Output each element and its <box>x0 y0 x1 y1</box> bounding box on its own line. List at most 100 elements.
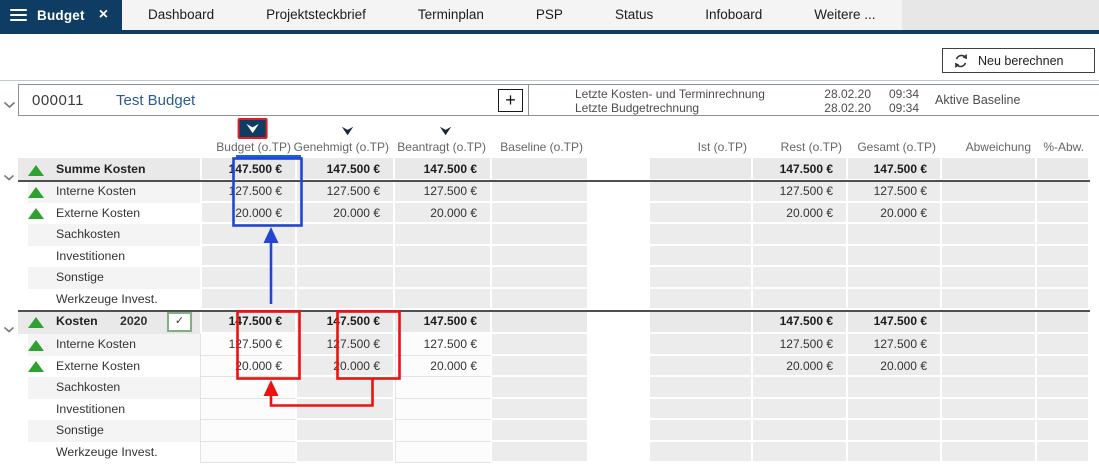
cell-ist <box>650 334 753 356</box>
cell-baseline <box>492 356 589 378</box>
row-label: Werkzeuge Invest. <box>56 289 158 310</box>
tab-status[interactable]: Status <box>589 0 679 30</box>
close-tab-icon[interactable]: × <box>99 7 108 23</box>
cell-budget: 127.500 € <box>200 181 297 203</box>
column-header-label: Beantragt (o.TP) <box>397 140 486 154</box>
cell-rest: 147.500 € <box>753 158 848 181</box>
cell-abweichung <box>942 267 1037 289</box>
cell-abweichung <box>942 181 1037 203</box>
row-label-cell[interactable]: Summe Kosten <box>0 158 200 181</box>
column-gap <box>589 377 650 399</box>
row-year-label: 2020 <box>120 310 147 333</box>
trend-up-icon <box>28 208 44 219</box>
column-header-label: Budget (o.TP) <box>216 140 291 154</box>
trend-up-icon <box>28 317 44 328</box>
row-margin <box>1090 203 1099 225</box>
cell-budget <box>200 224 297 246</box>
cell-gesamt: 127.500 € <box>848 334 942 356</box>
tab-terminplan[interactable]: Terminplan <box>392 0 510 30</box>
cell-pabw <box>1037 377 1090 399</box>
cell-beantragt[interactable]: 127.500 € <box>395 334 492 356</box>
row-label: Externe Kosten <box>56 356 140 377</box>
row-label: Sonstige <box>56 420 104 441</box>
row-label: Investitionen <box>56 246 125 267</box>
column-gap <box>589 334 650 356</box>
cell-pabw <box>1037 334 1090 356</box>
cell-budget[interactable] <box>200 399 297 421</box>
row-margin <box>1090 356 1099 378</box>
hamburger-icon[interactable] <box>10 9 27 21</box>
cell-gesamt: 147.500 € <box>848 158 942 181</box>
cell-gesamt: 127.500 € <box>848 181 942 203</box>
last-budget-calculation-time: 09:34 <box>881 101 919 115</box>
cell-beantragt <box>395 289 492 311</box>
row-label-cell: Investitionen <box>0 246 200 268</box>
cell-beantragt: 127.500 € <box>395 181 492 203</box>
tab-infoboard[interactable]: Infoboard <box>679 0 788 30</box>
cell-rest <box>753 399 848 421</box>
cell-beantragt[interactable] <box>395 399 492 421</box>
row-label-cell[interactable]: Kosten2020✓ <box>0 310 200 334</box>
cell-genehmigt <box>297 246 395 268</box>
active-filter-icon[interactable] <box>237 118 267 139</box>
baseline-checkbox[interactable]: ✓ <box>167 312 192 332</box>
project-collapse-chevron-icon[interactable] <box>3 96 16 114</box>
column-gap <box>589 420 650 442</box>
cell-pabw <box>1037 203 1090 225</box>
cell-budget[interactable] <box>200 420 297 442</box>
project-name: Test Budget <box>116 92 195 109</box>
cell-pabw <box>1037 399 1090 421</box>
tab-dashboard[interactable]: Dashboard <box>122 0 240 30</box>
row-margin <box>1090 420 1099 442</box>
table-row-sonstige: Sonstige <box>0 420 1099 442</box>
cell-abweichung <box>942 334 1037 356</box>
recalculate-button[interactable]: Neu berechnen <box>942 48 1095 73</box>
cell-beantragt: 147.500 € <box>395 158 492 181</box>
cell-rest <box>753 224 848 246</box>
column-header-label: Baseline (o.TP) <box>500 140 583 154</box>
cell-beantragt <box>395 267 492 289</box>
cell-budget[interactable] <box>200 442 297 464</box>
row-background <box>28 420 200 442</box>
add-button[interactable]: + <box>498 89 523 112</box>
column-header-ist: Ist (o.TP) <box>650 117 753 158</box>
trend-up-icon <box>28 187 44 198</box>
trend-up-icon <box>28 340 44 351</box>
active-tab-label: Budget <box>37 8 85 23</box>
cell-gesamt <box>848 442 942 464</box>
filter-icon-genehmigt[interactable] <box>341 125 354 139</box>
cell-beantragt[interactable]: 20.000 € <box>395 356 492 378</box>
cell-beantragt[interactable] <box>395 420 492 442</box>
tab-projektsteckbrief[interactable]: Projektsteckbrief <box>240 0 392 30</box>
filter-icon-beantragt[interactable] <box>439 125 452 139</box>
row-label: Werkzeuge Invest. <box>56 442 158 463</box>
row-margin <box>1090 224 1099 246</box>
row-collapse-chevron-icon[interactable] <box>3 318 15 334</box>
cell-abweichung <box>942 420 1037 442</box>
column-gap <box>589 267 650 289</box>
cell-rest: 127.500 € <box>753 181 848 203</box>
cell-baseline <box>492 181 589 203</box>
cell-budget: 20.000 € <box>200 203 297 225</box>
row-label: Summe Kosten <box>56 158 146 180</box>
column-header-gap <box>589 117 650 158</box>
cell-pabw <box>1037 289 1090 311</box>
cell-ist <box>650 158 753 181</box>
row-collapse-chevron-icon[interactable] <box>3 166 15 182</box>
cell-abweichung <box>942 399 1037 421</box>
cell-budget[interactable]: 20.000 € <box>200 356 297 378</box>
toolbar: Neu berechnen <box>0 34 1099 81</box>
cell-beantragt[interactable] <box>395 377 492 399</box>
row-label: Investitionen <box>56 399 125 420</box>
cell-budget[interactable]: 127.500 € <box>200 334 297 356</box>
cell-rest <box>753 246 848 268</box>
tab-psp[interactable]: PSP <box>510 0 589 30</box>
table-row-investitionen: Investitionen <box>0 246 1099 268</box>
cell-beantragt[interactable] <box>395 442 492 464</box>
filter-icon-budget[interactable] <box>237 118 267 139</box>
tab-weitere[interactable]: Weitere ... <box>788 0 901 30</box>
row-label-cell: Sachkosten <box>0 377 200 399</box>
tab-budget-active[interactable]: Budget × <box>0 0 122 30</box>
cell-budget[interactable] <box>200 377 297 399</box>
cell-rest <box>753 377 848 399</box>
